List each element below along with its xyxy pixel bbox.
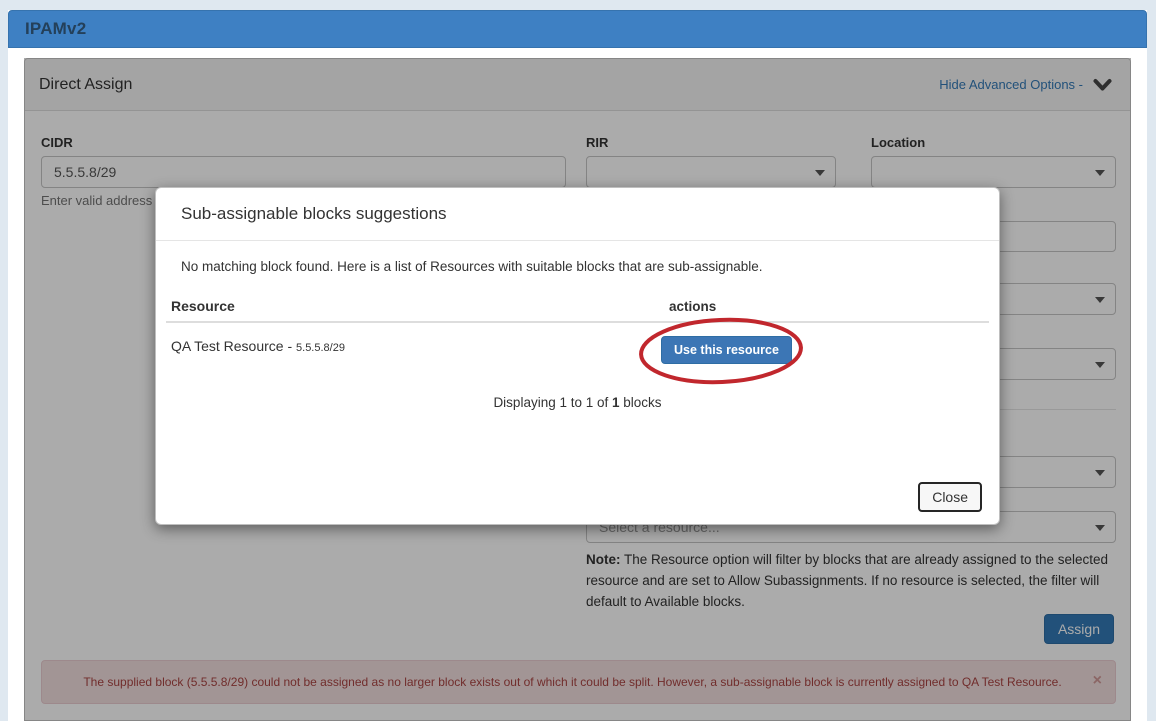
- use-this-resource-button[interactable]: Use this resource: [661, 336, 792, 364]
- suggestions-modal: Sub-assignable blocks suggestions No mat…: [155, 187, 1000, 525]
- resource-cidr: 5.5.5.8/29: [296, 342, 345, 354]
- navbar: IPAMv2: [8, 10, 1147, 48]
- pagination-suffix: blocks: [620, 395, 662, 410]
- resource-name: QA Test Resource -: [171, 338, 296, 354]
- modal-message: No matching block found. Here is a list …: [181, 259, 974, 274]
- app-brand[interactable]: IPAMv2: [25, 19, 86, 39]
- pagination-prefix: Displaying 1 to 1 of: [493, 395, 612, 410]
- close-button[interactable]: Close: [918, 482, 982, 512]
- table-header-resource: Resource: [171, 298, 235, 314]
- modal-title: Sub-assignable blocks suggestions: [181, 204, 447, 224]
- page-sheet: IPAMv2 Direct Assign Hide Advanced Optio…: [8, 10, 1147, 721]
- table-row: QA Test Resource - 5.5.5.8/29: [171, 338, 345, 354]
- pagination-count: 1: [612, 395, 620, 410]
- table-header-divider: [166, 321, 989, 323]
- modal-header: Sub-assignable blocks suggestions: [156, 188, 999, 241]
- pagination-info: Displaying 1 to 1 of 1 blocks: [156, 395, 999, 410]
- table-header-actions: actions: [669, 299, 716, 314]
